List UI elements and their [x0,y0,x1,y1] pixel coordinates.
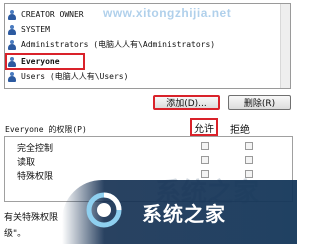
deny-checkbox[interactable] [245,156,253,164]
group-icon [7,39,17,50]
user-name: SYSTEM [21,25,50,34]
deny-checkbox[interactable] [245,142,253,150]
remove-button[interactable]: 删除(R) [228,95,291,110]
allow-checkbox[interactable] [201,142,209,150]
scrollbar[interactable] [280,4,290,88]
permission-row: 特殊权限 [17,169,54,182]
allow-checkbox[interactable] [201,156,209,164]
permission-label: 特殊权限 [17,171,54,182]
logo-text: 系统之家 [142,202,226,226]
footer-text: 有关特殊权限 [4,213,59,223]
user-name: CREATOR OWNER [21,10,84,19]
deny-column-header: 拒绝 [230,125,250,136]
list-item[interactable]: Administrators (电脑人人有\Administrators) [7,38,257,51]
permission-row: 读取 [17,155,36,168]
user-name: Users (电脑人人有\Users) [21,72,129,81]
list-item[interactable]: Users (电脑人人有\Users) [7,70,257,83]
permission-row: 完全控制 [17,141,54,154]
user-name: Administrators (电脑人人有\Administrators) [21,40,216,49]
permissions-header: Everyone 的权限(P) [5,125,87,134]
highlight-box [5,53,85,70]
user-list[interactable]: www.xitongzhijia.net CREATOR OWNER SYSTE… [4,3,291,89]
group-icon [7,9,17,20]
group-icon [7,71,17,82]
add-button[interactable]: 添加(D)... [153,95,220,110]
group-icon [7,24,17,35]
permission-label: 完全控制 [17,143,54,154]
list-item[interactable]: CREATOR OWNER [7,8,257,21]
list-item[interactable]: SYSTEM [7,23,257,36]
site-logo: 系统之家 系统之家 [62,172,297,244]
permission-label: 读取 [17,157,36,168]
allow-column-header: 允许 [190,118,218,136]
logo-icon [86,192,122,228]
footer-text: 级"。 [4,229,27,239]
